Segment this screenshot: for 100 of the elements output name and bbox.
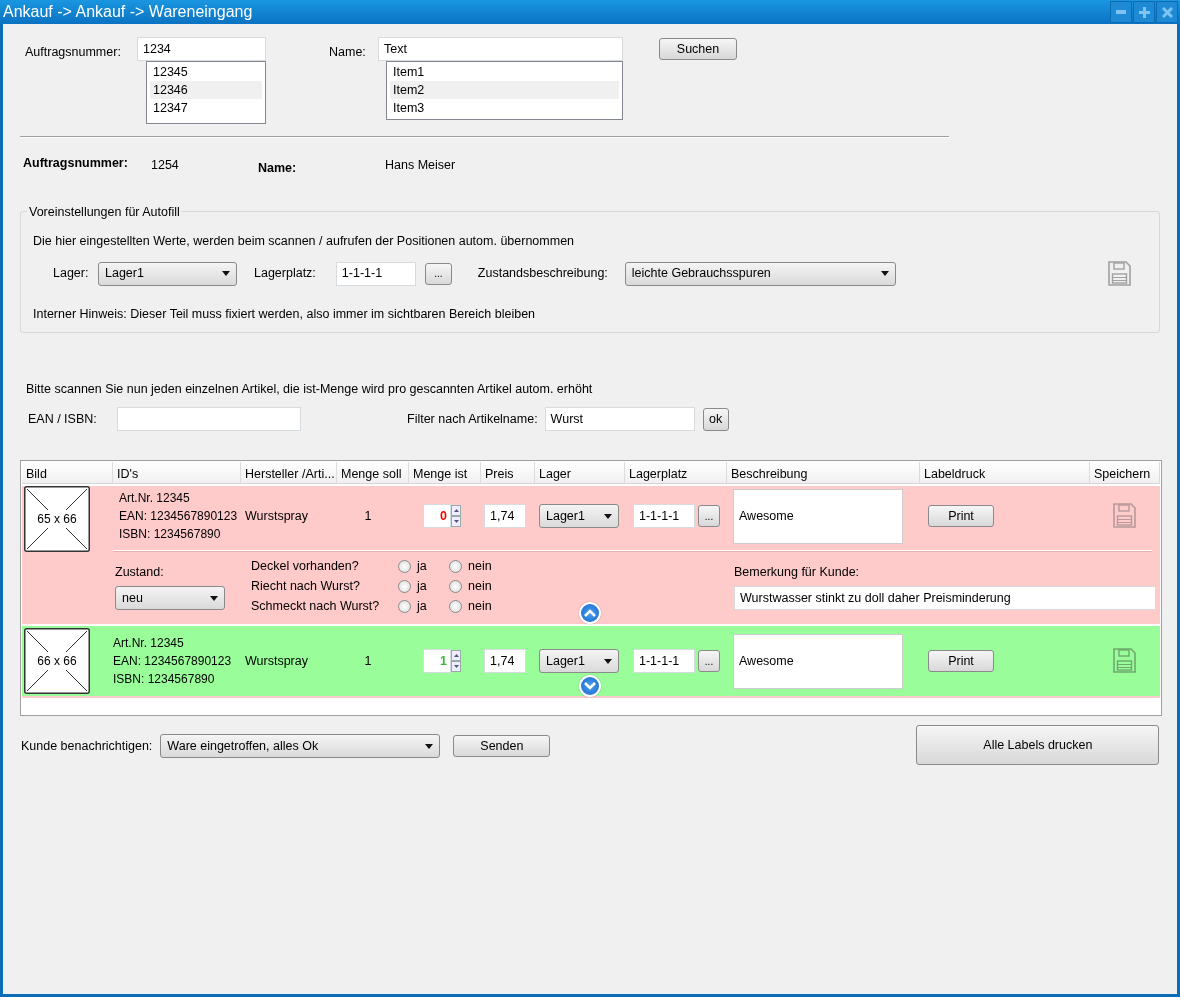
print-button[interactable]: Print [928, 650, 994, 673]
description-field[interactable]: Awesome [733, 633, 903, 689]
ean-field[interactable] [117, 407, 301, 432]
chevron-up-icon [584, 609, 596, 618]
print-all-button[interactable]: Alle Labels drucken [916, 725, 1160, 766]
quantity-target: 1 [364, 652, 372, 670]
price-field[interactable]: 1,74 [484, 649, 526, 674]
field-label: Zustand: [115, 564, 165, 582]
caret-icon [425, 743, 434, 749]
field-label: Lagerplatz: [254, 265, 316, 283]
image-size-label: 65 x 66 [36, 510, 78, 529]
caret-icon [604, 513, 612, 519]
field-label: Kunde benachrichtigen: [21, 738, 153, 756]
filter-field[interactable]: Wurst [544, 407, 695, 432]
name-field[interactable]: Text [378, 37, 623, 61]
radio-label: ja [417, 577, 428, 595]
remark-field[interactable]: Wurstwasser stinkt zu doll daher Preisminderung [734, 586, 1156, 610]
storage-location-field[interactable]: 1-1-1-1 [335, 261, 416, 286]
product-name: Wurstspray [244, 507, 308, 525]
down-arrow-icon [453, 665, 459, 669]
radio-label: ja [417, 597, 428, 615]
suggestion-item[interactable]: 12346 [150, 81, 262, 99]
id-text: Art.Nr. 12345 [119, 490, 191, 508]
field-label: Auftragsnummer: [24, 45, 121, 59]
maximize-button[interactable] [1133, 1, 1155, 23]
radio-button[interactable] [449, 559, 462, 573]
chevron-down-icon [584, 682, 596, 691]
suggestion-item[interactable]: 12345 [150, 63, 262, 81]
note-text: Interner Hinweis: Dieser Teil muss fixiert werden, also immer im sichtbaren Bereich bleiben [33, 305, 537, 323]
column-header: Hersteller /Arti... [241, 462, 337, 485]
print-button[interactable]: Print [928, 505, 994, 528]
summary-label: Name: [258, 160, 298, 177]
id-text: Art.Nr. 12345 [113, 635, 185, 653]
minimize-button[interactable] [1110, 1, 1132, 23]
column-header: Labeldruck [920, 462, 1090, 485]
id-text: ISBN: 1234567890 [113, 671, 216, 689]
suggestion-item[interactable]: Item3 [390, 99, 619, 117]
close-icon [1161, 6, 1173, 18]
radio-button[interactable] [449, 579, 462, 593]
suggestion-item[interactable]: Item2 [390, 81, 619, 99]
search-button[interactable]: Suchen [659, 38, 737, 60]
storage-location-field[interactable]: 1-1-1-1 [633, 504, 695, 529]
column-header: Lagerplatz [625, 462, 727, 485]
ok-button[interactable]: ok [702, 407, 729, 431]
caret-icon [222, 271, 230, 277]
caret-icon [880, 271, 889, 277]
summary-value: 1254 [151, 157, 180, 174]
storage-location-field[interactable]: 1-1-1-1 [633, 649, 695, 674]
browse-button[interactable]: ... [698, 650, 720, 673]
field-label: Lager: [53, 265, 90, 283]
question-label: Riecht nach Wurst? [251, 577, 361, 595]
expand-button[interactable] [579, 675, 601, 698]
column-header: Menge ist [409, 462, 481, 485]
column-header: Menge soll [337, 462, 409, 485]
storage-select[interactable]: Lager1 [539, 649, 619, 674]
notification-select[interactable]: Ware eingetroffen, alles Ok [160, 734, 441, 759]
expand-button[interactable] [579, 602, 601, 625]
quantity-target: 1 [364, 507, 372, 525]
radio-button[interactable] [449, 599, 462, 613]
condition-select[interactable]: leichte Gebrauchsspuren [624, 261, 896, 286]
field-label: Name: [328, 45, 366, 59]
product-name: Wurstspray [244, 652, 308, 670]
quantity-value: 1 [440, 652, 447, 670]
browse-button[interactable]: ... [698, 505, 720, 528]
column-header: ID's [113, 462, 241, 485]
condition-select[interactable]: neu [115, 586, 225, 610]
suggestion-item[interactable]: Item1 [390, 63, 619, 81]
id-text: EAN: 1234567890123 [119, 508, 239, 526]
up-arrow-icon [453, 654, 459, 658]
down-arrow-icon [453, 520, 459, 524]
id-text: EAN: 1234567890123 [113, 653, 233, 671]
instruction-text: Bitte scannen Sie nun jeden einzelnen Artikel, die ist-Menge wird pro gescannten Artikel autom. erhöht [26, 380, 594, 398]
radio-button[interactable] [398, 579, 411, 593]
up-arrow-icon [453, 509, 459, 513]
column-header: Beschreibung [727, 462, 920, 485]
close-button[interactable] [1156, 1, 1178, 23]
radio-button[interactable] [398, 559, 411, 573]
storage-select[interactable]: Lager1 [539, 504, 619, 529]
radio-label: nein [468, 557, 493, 575]
send-button[interactable]: Senden [453, 735, 551, 758]
description-field[interactable]: Awesome [733, 488, 903, 544]
storage-select[interactable]: Lager1 [98, 261, 237, 286]
field-label: Zustandsbeschreibung: [477, 265, 608, 283]
radio-button[interactable] [398, 599, 411, 613]
browse-button[interactable]: ... [424, 262, 452, 285]
suggestion-item[interactable]: 12347 [150, 99, 262, 117]
price-field[interactable]: 1,74 [484, 504, 526, 529]
column-header: Lager [535, 462, 625, 485]
caret-icon [604, 658, 612, 664]
order-field[interactable]: 1234 [137, 37, 266, 61]
radio-label: nein [468, 597, 493, 615]
radio-label: ja [417, 557, 428, 575]
field-label: Bemerkung für Kunde: [734, 564, 861, 582]
hint-text: Die hier eingestellten Werte, werden beim scannen / aufrufen der Positionen autom. übernommen [33, 233, 576, 250]
quantity-value: 0 [440, 507, 447, 525]
image-size-label: 66 x 66 [36, 652, 78, 671]
radio-label: nein [468, 577, 493, 595]
window-title: Ankauf -> Ankauf -> Wareneingang [3, 2, 254, 22]
question-label: Schmeckt nach Wurst? [251, 597, 381, 615]
summary-label: Auftragsnummer: [23, 155, 129, 172]
